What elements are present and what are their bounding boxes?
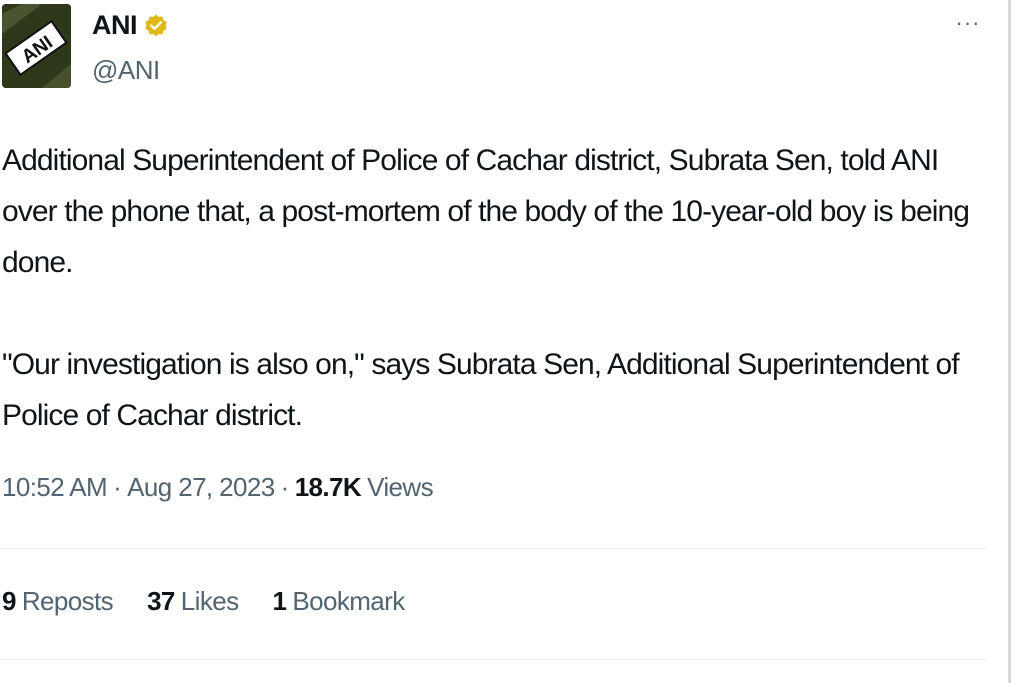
tweet-paragraph-2: "Our investigation is also on," says Sub… (2, 348, 960, 432)
tweet-page: ANI ANI @ANI ··· Additional Superintende… (0, 0, 1024, 683)
likes-count: 37 (147, 586, 175, 616)
views-count: 18.7K (294, 472, 362, 502)
meta-separator: · (280, 472, 290, 502)
meta-separator: · (113, 472, 122, 502)
tweet-meta: 10:52 AM · Aug 27, 2023 · 18.7K Views (2, 472, 434, 503)
tweet-date[interactable]: Aug 27, 2023 (127, 472, 275, 503)
avatar[interactable]: ANI (2, 4, 71, 88)
divider (0, 548, 986, 549)
likes-stat[interactable]: 37 Likes (147, 586, 239, 617)
engagement-stats: 9 Reposts 37 Likes 1 Bookmark (2, 586, 405, 617)
bookmarks-count: 1 (272, 586, 287, 616)
bookmarks-stat[interactable]: 1 Bookmark (272, 586, 406, 617)
reposts-stat[interactable]: 9 Reposts (2, 586, 114, 617)
more-options-button[interactable]: ··· (950, 8, 986, 38)
author-name-text: ANI (92, 10, 138, 40)
tweet-paragraph-1: Additional Superintendent of Police of C… (2, 144, 970, 279)
divider (0, 659, 986, 660)
scrollbar-track (1008, 0, 1011, 683)
bookmarks-label: Bookmark (292, 586, 405, 616)
tweet-text: Additional Superintendent of Police of C… (2, 135, 992, 441)
reposts-label: Reposts (21, 586, 114, 616)
reposts-count: 9 (2, 586, 16, 616)
author-handle[interactable]: @ANI (92, 55, 160, 86)
tweet-time[interactable]: 10:52 AM (2, 472, 108, 503)
verified-badge-icon (143, 13, 169, 39)
likes-label: Likes (180, 586, 239, 616)
views-label: Views (367, 472, 433, 502)
author-name[interactable]: ANI (92, 10, 169, 41)
ani-logo-icon: ANI (2, 4, 71, 88)
